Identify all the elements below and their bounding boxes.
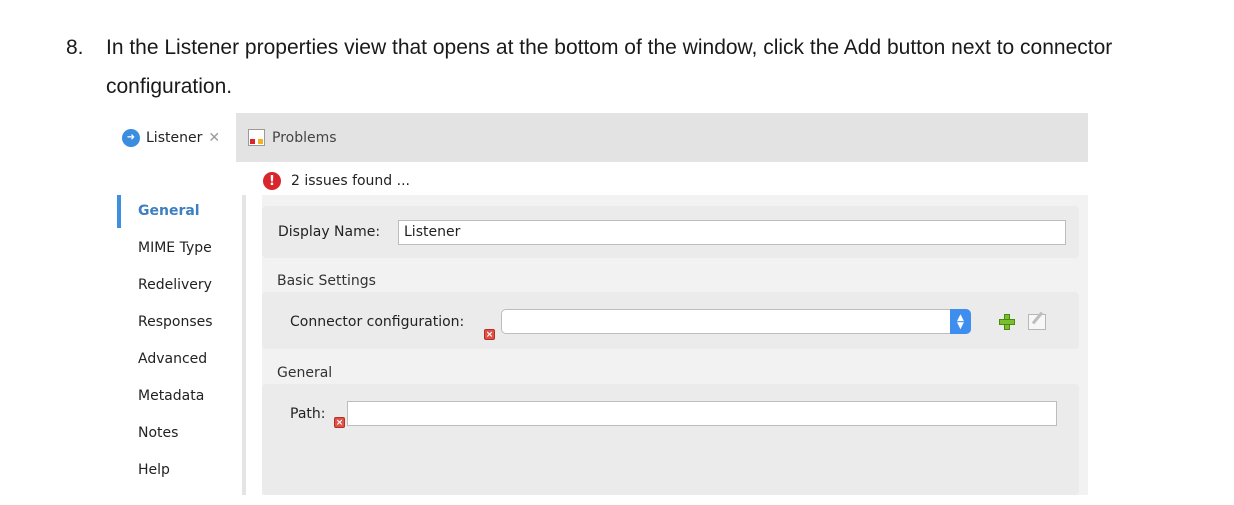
- path-label: Path:: [290, 406, 326, 422]
- nav-item-notes[interactable]: Notes: [138, 425, 178, 441]
- issues-summary[interactable]: ! 2 issues found ...: [263, 172, 410, 190]
- basic-settings-title: Basic Settings: [277, 273, 376, 289]
- display-name-box: Display Name: Listener: [262, 206, 1079, 258]
- connector-config-label: Connector configuration:: [290, 314, 465, 330]
- error-icon: !: [263, 172, 281, 190]
- nav-item-general[interactable]: General: [138, 203, 200, 219]
- nav-divider: [242, 195, 246, 495]
- nav-item-mime-type[interactable]: MIME Type: [138, 240, 212, 256]
- close-icon[interactable]: ✕: [208, 130, 220, 146]
- properties-content: ! 2 issues found ... General MIME Type R…: [111, 162, 1088, 495]
- edit-icon[interactable]: [1028, 314, 1046, 330]
- display-name-label: Display Name:: [278, 224, 381, 240]
- issues-text: 2 issues found ...: [291, 173, 410, 189]
- required-error-icon: ×: [334, 417, 345, 428]
- general-section-title: General: [277, 365, 333, 381]
- add-plus-icon[interactable]: [997, 312, 1017, 332]
- step-number: 8.: [66, 36, 84, 59]
- tab-listener[interactable]: ➜ Listener ✕: [111, 113, 236, 162]
- required-error-icon: ×: [484, 329, 495, 340]
- display-name-input[interactable]: Listener: [398, 220, 1066, 245]
- properties-view: ➜ Listener ✕ Problems ! 2 issues found .…: [111, 113, 1088, 495]
- tab-problems[interactable]: Problems: [248, 113, 337, 162]
- properties-nav: General MIME Type Redelivery Responses A…: [111, 195, 251, 495]
- problems-icon: [248, 129, 265, 146]
- nav-item-advanced[interactable]: Advanced: [138, 351, 207, 367]
- path-input[interactable]: [347, 401, 1057, 426]
- nav-item-help[interactable]: Help: [138, 462, 170, 478]
- nav-item-metadata[interactable]: Metadata: [138, 388, 204, 404]
- properties-form: Display Name: Listener Basic Settings Co…: [262, 195, 1088, 495]
- connector-config-select[interactable]: ▲ ▼: [501, 309, 971, 334]
- general-box: Path: ×: [262, 384, 1079, 495]
- chevron-updown-icon[interactable]: ▲ ▼: [950, 309, 971, 334]
- nav-active-indicator: [117, 195, 121, 228]
- basic-settings-box: Connector configuration: × ▲ ▼: [262, 292, 1079, 349]
- tab-bar: ➜ Listener ✕ Problems: [111, 113, 1088, 162]
- tab-label: Listener: [146, 129, 203, 146]
- nav-item-redelivery[interactable]: Redelivery: [138, 277, 212, 293]
- listener-icon: ➜: [122, 128, 140, 147]
- tab-label: Problems: [272, 129, 337, 146]
- nav-item-responses[interactable]: Responses: [138, 314, 213, 330]
- step-text: In the Listener properties view that ope…: [106, 36, 1113, 98]
